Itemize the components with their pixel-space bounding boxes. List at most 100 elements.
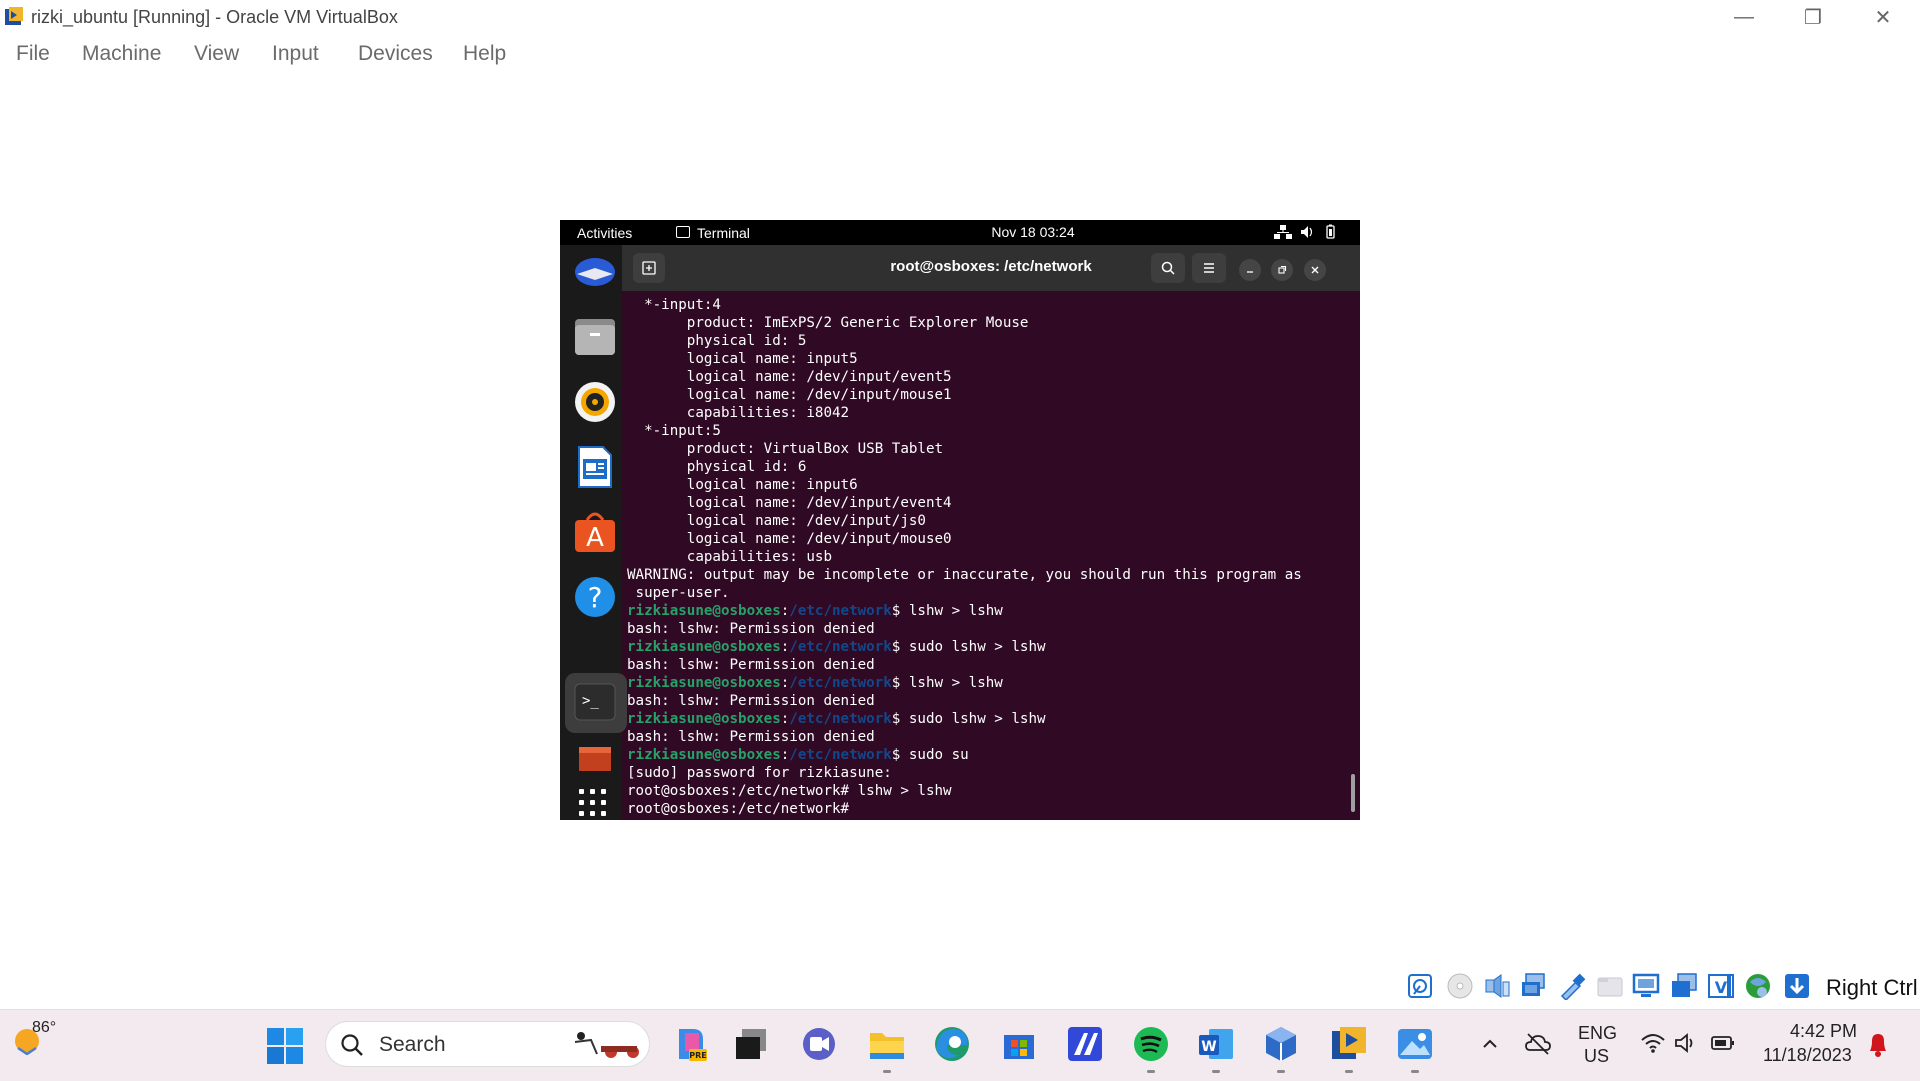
menu-machine[interactable]: Machine: [82, 42, 161, 66]
libreoffice-writer-icon[interactable]: [573, 445, 617, 489]
mouse-integration-icon[interactable]: [1744, 972, 1772, 1000]
prompt-user-host: rizkiasune@osboxes: [627, 639, 781, 655]
display-icon[interactable]: [1632, 972, 1660, 1000]
thunderbird-icon[interactable]: [573, 250, 617, 294]
shared-folders-icon[interactable]: [1596, 972, 1624, 1000]
app-center-icon[interactable]: A: [573, 510, 617, 554]
close-button[interactable]: ✕: [1849, 0, 1917, 34]
terminal-line: rizkiasune@osboxes:/etc/network$ sudo su: [627, 746, 1355, 764]
wifi-icon[interactable]: [1640, 1032, 1666, 1054]
recording-icon[interactable]: [1670, 972, 1698, 1000]
terminal-search-button[interactable]: [1151, 253, 1185, 283]
host-key-label: Right Ctrl: [1826, 975, 1918, 1000]
network-adapter-icon[interactable]: [1520, 972, 1548, 1000]
system-status-area[interactable]: [1250, 224, 1340, 240]
word-icon[interactable]: W: [1197, 1025, 1235, 1063]
terminal-minimize-button[interactable]: [1239, 259, 1261, 281]
terminal-line: [sudo] password for rizkiasune:: [627, 765, 892, 781]
terminal-close-button[interactable]: [1304, 259, 1326, 281]
menu-input[interactable]: Input: [272, 42, 319, 66]
usb-icon[interactable]: [1558, 972, 1586, 1000]
terminal-line: rizkiasune@osboxes:/etc/network$ sudo ls…: [627, 710, 1355, 728]
trash-icon[interactable]: [573, 745, 617, 771]
terminal-icon[interactable]: >_: [573, 680, 617, 724]
rhythmbox-icon[interactable]: [573, 380, 617, 424]
vm-display[interactable]: Activities Terminal Nov 18 03:24 A ? >_ …: [560, 220, 1360, 820]
edge-icon[interactable]: [933, 1025, 971, 1063]
prompt-path: /etc/network: [789, 675, 892, 691]
running-indicator: [1147, 1070, 1155, 1073]
terminal-output[interactable]: *-input:4 product: ImExPS/2 Generic Expl…: [627, 296, 1355, 820]
tool-icon[interactable]: [1066, 1025, 1104, 1063]
app-menu-label[interactable]: Terminal: [697, 225, 750, 241]
optical-drive-icon[interactable]: [1446, 972, 1474, 1000]
menu-file[interactable]: File: [16, 42, 50, 66]
audio-icon[interactable]: [1483, 972, 1511, 1000]
menu-help[interactable]: Help: [463, 42, 506, 66]
prompt-path: /etc/network: [789, 603, 892, 619]
onedrive-offline-icon[interactable]: [1524, 1032, 1552, 1056]
minimize-button[interactable]: —: [1710, 0, 1778, 34]
terminal-line: capabilities: usb: [627, 549, 832, 565]
svg-text:W: W: [1201, 1039, 1216, 1055]
virtual-desktop-icon[interactable]: [732, 1025, 770, 1063]
copilot-icon[interactable]: PRE: [671, 1025, 709, 1063]
show-apps-icon[interactable]: [577, 787, 609, 819]
capture-icon[interactable]: V: [1707, 972, 1735, 1000]
taskbar-date[interactable]: 11/18/2023: [1763, 1045, 1852, 1066]
prompt-command: $ lshw > lshw: [891, 603, 1003, 619]
taskbar-search[interactable]: Search: [325, 1021, 650, 1067]
activities-button[interactable]: Activities: [577, 225, 632, 241]
hamburger-menu-icon: [1204, 263, 1214, 273]
svg-text:PRE: PRE: [689, 1051, 707, 1060]
hard-disk-icon[interactable]: [1406, 972, 1434, 1000]
start-button[interactable]: [266, 1027, 304, 1065]
running-indicator: [1411, 1070, 1419, 1073]
file-explorer-icon[interactable]: [868, 1025, 906, 1063]
prompt-path: /etc/network: [789, 711, 892, 727]
gnome-clock[interactable]: Nov 18 03:24: [953, 224, 1113, 240]
terminal-line: physical id: 5: [627, 333, 807, 349]
running-indicator: [1277, 1070, 1285, 1073]
keyboard-icon[interactable]: [1783, 972, 1811, 1000]
terminal-line: product: ImExPS/2 Generic Explorer Mouse: [627, 315, 1029, 331]
restore-button[interactable]: ❐: [1779, 0, 1847, 34]
terminal-line: super-user.: [627, 585, 730, 601]
terminal-maximize-button[interactable]: [1271, 259, 1293, 281]
terminal-scrollbar[interactable]: [1351, 774, 1355, 812]
chevron-up-icon[interactable]: [1480, 1034, 1500, 1054]
search-highlight-icon: [574, 1032, 639, 1058]
help-icon[interactable]: ?: [573, 575, 617, 619]
teams-icon[interactable]: [800, 1025, 838, 1063]
photos-icon[interactable]: [1396, 1025, 1434, 1063]
terminal-line: logical name: /dev/input/mouse1: [627, 387, 952, 403]
virtualbox-vm-icon[interactable]: [1330, 1025, 1368, 1063]
weather-temperature[interactable]: 86°: [32, 1019, 56, 1037]
close-icon: [1311, 266, 1319, 274]
ubuntu-dock: A ? >_: [560, 245, 627, 820]
terminal-menu-button[interactable]: [1192, 253, 1226, 283]
spotify-icon[interactable]: [1132, 1025, 1170, 1063]
search-placeholder: Search: [379, 1033, 446, 1056]
virtualbox-icon[interactable]: [1262, 1025, 1300, 1063]
menu-view[interactable]: View: [194, 42, 239, 66]
prompt-user-host: rizkiasune@osboxes: [627, 747, 781, 763]
terminal-line: logical name: input6: [627, 477, 858, 493]
volume-icon[interactable]: [1674, 1032, 1698, 1054]
terminal-line: physical id: 6: [627, 459, 807, 475]
taskbar-time[interactable]: 4:42 PM: [1790, 1021, 1857, 1042]
menu-devices[interactable]: Devices: [358, 42, 433, 66]
prompt-path: /etc/network: [789, 747, 892, 763]
files-icon[interactable]: [573, 315, 617, 359]
store-icon[interactable]: [1000, 1025, 1038, 1063]
battery-icon[interactable]: [1710, 1033, 1736, 1053]
terminal-line: root@osboxes:/etc/network#: [627, 801, 850, 817]
restore-icon: [1278, 265, 1287, 274]
language-indicator[interactable]: ENG: [1578, 1023, 1617, 1044]
prompt-separator: :: [780, 711, 790, 727]
prompt-separator: :: [780, 639, 790, 655]
svg-text:V: V: [1715, 978, 1728, 997]
notification-bell-icon[interactable]: [1866, 1031, 1890, 1059]
terminal-line: rizkiasune@osboxes:/etc/network$ sudo ls…: [627, 638, 1355, 656]
language-region[interactable]: US: [1584, 1046, 1609, 1067]
